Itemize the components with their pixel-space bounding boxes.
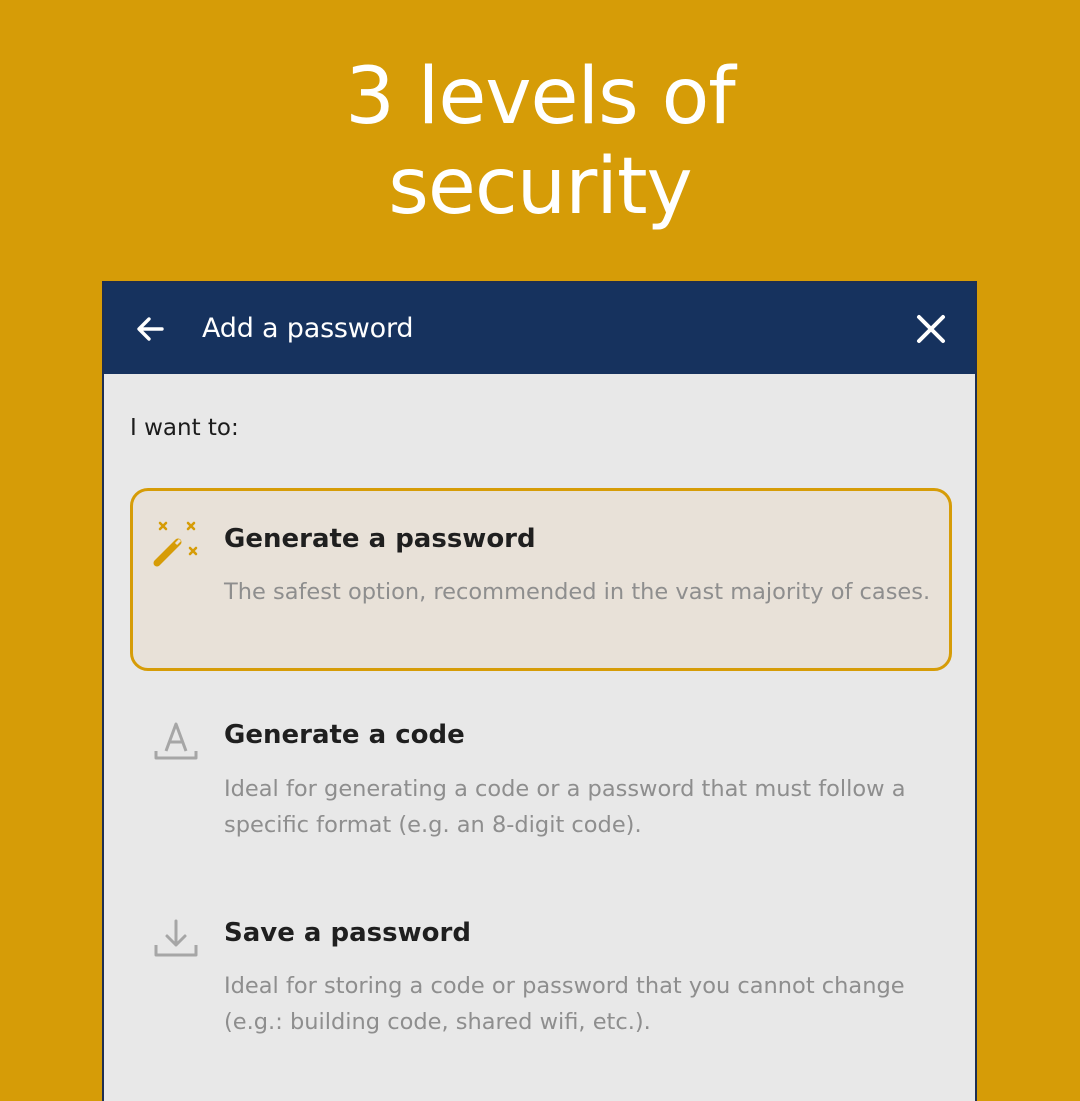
prompt-label: I want to: <box>130 415 239 441</box>
dialog-app-bar: Add a password <box>104 283 975 374</box>
headline-line-1: 3 levels of <box>345 52 736 142</box>
option-save-password[interactable]: Save a password Ideal for storing a code… <box>130 885 952 1055</box>
option-title: Generate a code <box>224 720 465 750</box>
magic-wand-icon <box>153 521 198 567</box>
option-generate-password[interactable]: Generate a password The safest option, r… <box>130 488 952 671</box>
option-description: Ideal for storing a code or password tha… <box>224 973 905 1035</box>
arrow-left-icon <box>137 317 164 341</box>
close-icon <box>917 315 945 343</box>
headline-line-2: security <box>388 142 692 232</box>
option-description: The safest option, recommended in the va… <box>224 579 931 605</box>
close-button[interactable] <box>905 303 957 355</box>
text-format-icon <box>154 722 198 760</box>
option-description: Ideal for generating a code or a passwor… <box>224 776 906 838</box>
option-title: Generate a password <box>224 524 536 554</box>
add-password-dialog: Add a password I want to: Generate a pas… <box>102 281 977 1101</box>
headline: 3 levels of security <box>0 52 1080 232</box>
option-title: Save a password <box>224 918 471 948</box>
dialog-title: Add a password <box>202 313 414 344</box>
back-button[interactable] <box>124 303 176 355</box>
option-generate-code[interactable]: Generate a code Ideal for generating a c… <box>130 687 952 857</box>
download-icon <box>154 919 198 957</box>
